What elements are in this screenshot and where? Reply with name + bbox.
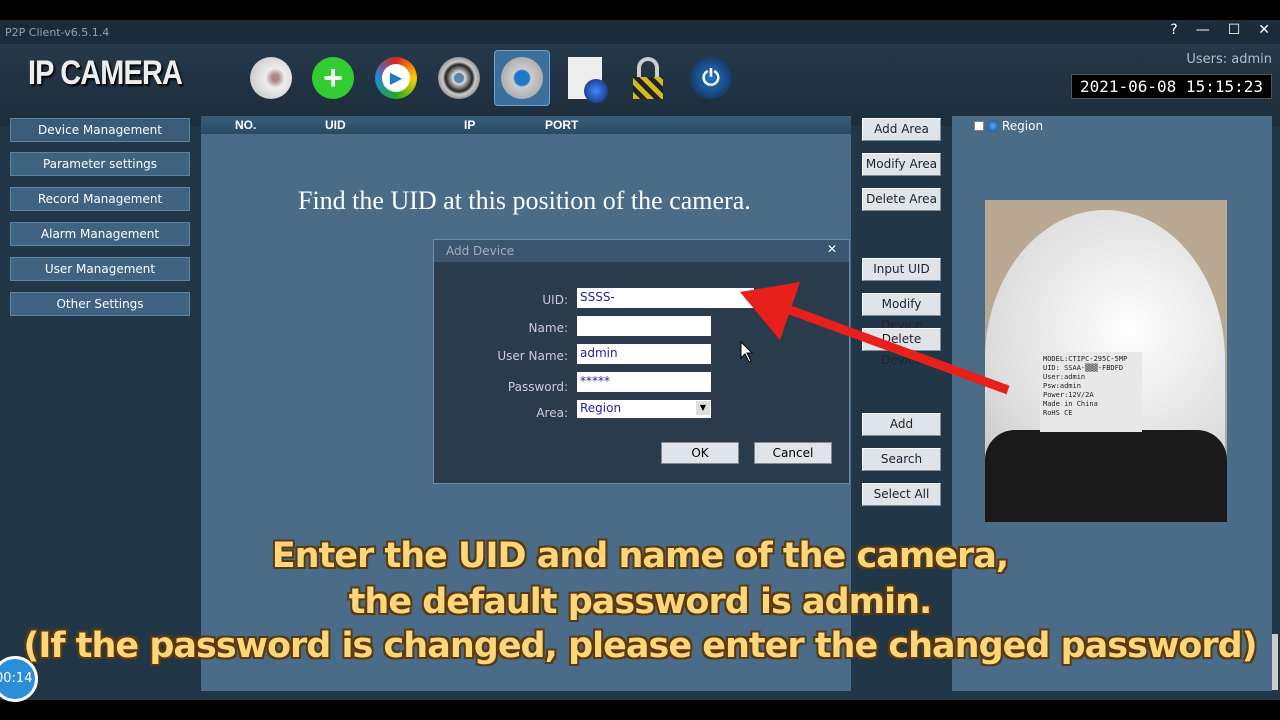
subtitle-line-3: (If the password is changed, please ente… [23,626,1257,666]
subtitle-line-1: Enter the UID and name of the camera, [271,536,1009,576]
subtitle-line-2: the default password is admin. [348,582,933,622]
mouse-cursor-icon [740,340,754,363]
scrollbar[interactable] [1272,634,1278,690]
